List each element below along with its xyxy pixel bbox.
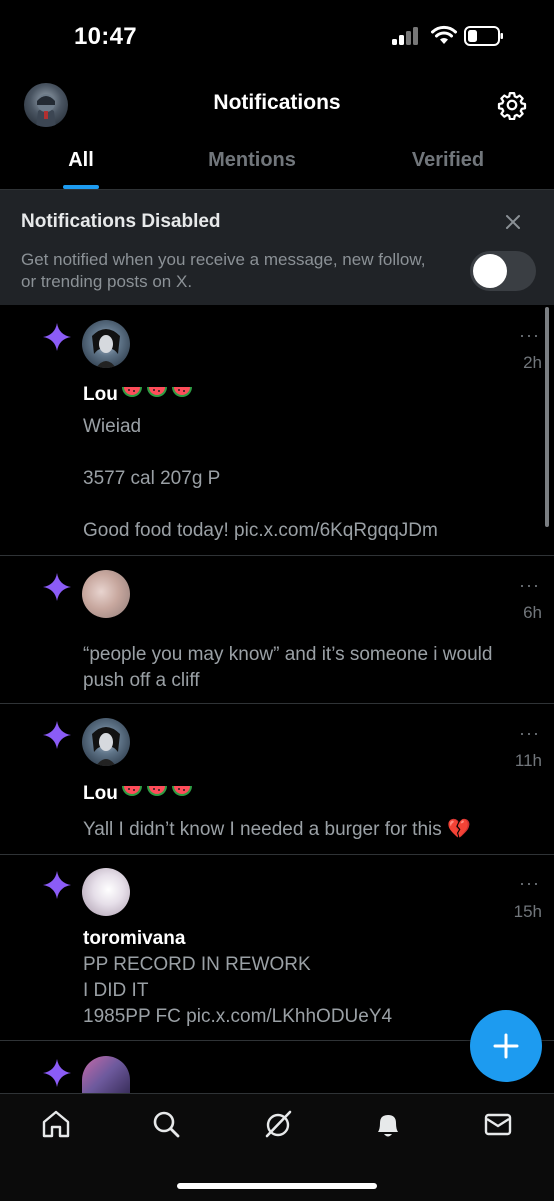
post-text[interactable]: Wieiad 3577 cal 207g P Good food today! … <box>83 414 523 544</box>
author-name-text: Lou <box>83 384 118 405</box>
status-time: 10:47 <box>74 23 137 50</box>
timestamp: 2h <box>523 353 542 372</box>
avatar[interactable] <box>82 320 130 368</box>
avatar[interactable] <box>82 868 130 916</box>
grok-icon[interactable] <box>262 1108 294 1140</box>
post-text[interactable]: “people you may know” and it’s someone i… <box>83 642 523 694</box>
more-options-icon[interactable]: ··· <box>519 724 543 742</box>
post-line: I DID IT <box>83 980 149 1001</box>
timestamp: 15h <box>513 902 542 921</box>
watermelon-icons <box>118 783 193 804</box>
bell-icon[interactable] <box>372 1108 404 1140</box>
wifi-icon <box>431 25 457 44</box>
avatar[interactable] <box>82 718 130 766</box>
battery-icon <box>464 26 503 46</box>
post-line: 1985PP FC pic.x.com/LKhhODUeY4 <box>83 1006 393 1027</box>
mail-icon[interactable] <box>482 1108 514 1140</box>
banner-title: Notifications Disabled <box>21 211 221 232</box>
plus-icon <box>493 1033 519 1059</box>
banner-description: Get notified when you receive a message,… <box>21 250 426 291</box>
close-icon[interactable] <box>502 211 524 233</box>
author-name[interactable]: toromivana <box>83 928 185 950</box>
post-text[interactable]: PP RECORD IN REWORK I DID IT 1985PP FC p… <box>83 952 523 1030</box>
post-line: 3577 cal 207g P <box>83 468 221 489</box>
search-icon[interactable] <box>150 1108 182 1140</box>
post-line: PP RECORD IN REWORK <box>83 954 311 975</box>
author-name[interactable]: Lou <box>83 783 193 805</box>
more-options-icon[interactable]: ··· <box>519 326 543 344</box>
divider <box>0 555 554 556</box>
scrollbar[interactable] <box>545 307 549 527</box>
gear-icon[interactable] <box>497 90 527 120</box>
timestamp: 11h <box>514 751 542 770</box>
tab-verified[interactable]: Verified <box>380 149 516 172</box>
compose-button[interactable] <box>470 1010 542 1082</box>
post-line: Wieiad <box>83 416 142 437</box>
sparkle-icon <box>43 871 71 899</box>
divider <box>0 854 554 855</box>
sparkle-icon <box>43 721 71 749</box>
cellular-signal-icon <box>392 27 422 45</box>
watermelon-icons <box>118 384 193 405</box>
author-name[interactable]: Lou <box>83 384 193 406</box>
home-icon[interactable] <box>40 1108 72 1140</box>
sparkle-icon <box>43 573 71 601</box>
more-options-icon[interactable]: ··· <box>519 874 543 892</box>
sparkle-icon <box>43 1059 71 1087</box>
tab-mentions[interactable]: Mentions <box>182 149 322 172</box>
post-line: Good food today! pic.x.com/6KqRgqqJDm <box>83 520 438 541</box>
sparkle-icon <box>43 323 71 351</box>
home-indicator <box>177 1183 377 1189</box>
author-name-text: Lou <box>83 783 118 804</box>
notifications-toggle[interactable] <box>470 251 536 291</box>
page-title: Notifications <box>213 91 341 114</box>
divider <box>0 703 554 704</box>
post-text[interactable]: Yall I didn’t know I needed a burger for… <box>83 817 523 843</box>
tab-all[interactable]: All <box>40 149 122 172</box>
avatar[interactable] <box>82 570 130 618</box>
more-options-icon[interactable]: ··· <box>519 576 543 594</box>
avatar[interactable] <box>82 1056 130 1093</box>
timestamp: 6h <box>523 603 542 622</box>
